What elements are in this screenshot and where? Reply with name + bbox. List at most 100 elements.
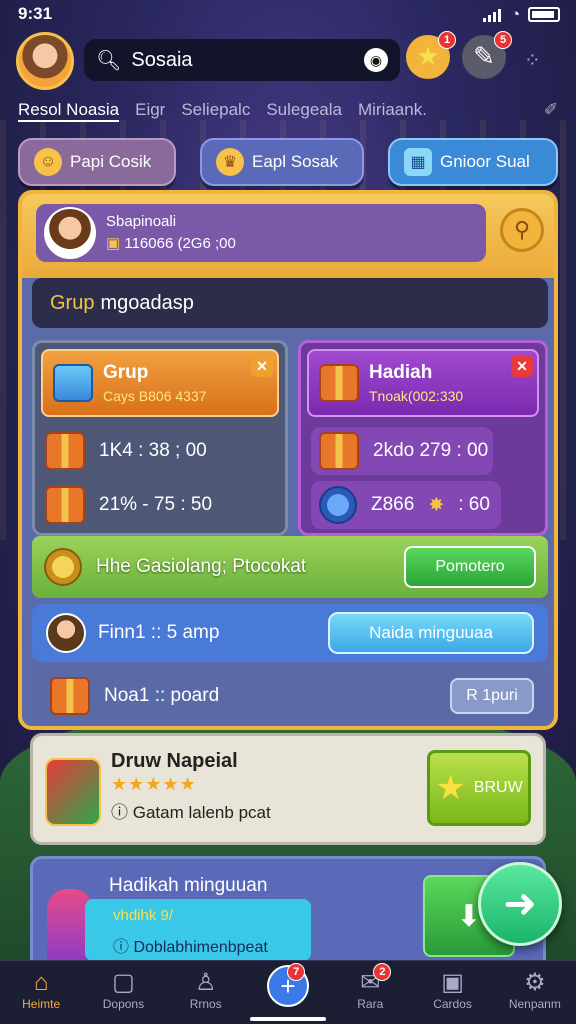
group-prefix: Grup bbox=[50, 291, 95, 314]
nav-plus[interactable]: +7 bbox=[247, 961, 329, 1024]
group-row[interactable]: 1K4 : 38 ; 00 bbox=[45, 427, 275, 475]
draw-button-label: BRUW bbox=[473, 779, 523, 796]
reward-title: Hadikah minguuan bbox=[109, 875, 268, 896]
more-icon[interactable]: ⁘ bbox=[524, 48, 541, 72]
reward-box[interactable]: Hadiah Tnoak(002:330 ✕ 2kdo 279 : 00 Z866… bbox=[298, 340, 548, 536]
home-icon: ⌂ bbox=[33, 969, 49, 996]
group-box-subtitle: Cays B806 4337 bbox=[103, 388, 207, 404]
close-icon[interactable]: ✕ bbox=[251, 355, 273, 377]
reward-row[interactable]: 2kdo 279 : 00 bbox=[311, 427, 493, 475]
draw-button[interactable]: ★ BRUW bbox=[427, 750, 531, 826]
crown-icon: ♛ bbox=[216, 148, 244, 176]
smile-icon: ☺ bbox=[34, 148, 62, 176]
chat-icon: ▢ bbox=[112, 969, 135, 996]
pill-0[interactable]: ☺ Papi Cosik bbox=[18, 138, 176, 186]
tab-1[interactable]: Eigr bbox=[135, 100, 165, 122]
nav-label: Cardos bbox=[433, 997, 472, 1011]
star-button[interactable]: ★ 1 bbox=[406, 31, 456, 79]
orb-icon bbox=[319, 486, 357, 524]
sparkle-icon: ✸ bbox=[428, 494, 445, 516]
giftbox-icon bbox=[53, 364, 93, 402]
friend-text: Finn1 :: 5 amp bbox=[98, 622, 220, 643]
notif-badge: 1 bbox=[438, 31, 456, 49]
gear-icon: ⚙ bbox=[524, 969, 546, 996]
gift-icon: ▣ bbox=[106, 235, 121, 252]
reward-row[interactable]: Z866 ✸ : 60 bbox=[311, 481, 501, 529]
nav-label: Heimte bbox=[22, 997, 61, 1011]
tab-2[interactable]: Seliepalc bbox=[181, 100, 250, 122]
info-icon: ⓘ bbox=[111, 803, 128, 822]
group-box[interactable]: Grup Cays B806 4337 ✕ 1K4 : 38 ; 00 21% -… bbox=[32, 340, 288, 536]
notice-button[interactable]: R 1puri bbox=[450, 678, 534, 714]
row-suffix: : 60 bbox=[458, 494, 490, 515]
ticket-badge: 2 bbox=[373, 963, 392, 981]
gift-icon bbox=[319, 432, 359, 470]
nav-home[interactable]: ⌂ Heimte bbox=[0, 961, 82, 1024]
nav-chat[interactable]: ▢ Dopons bbox=[82, 961, 164, 1024]
profile-name: Sbapinoali bbox=[106, 213, 177, 230]
nav-label: Dopons bbox=[102, 997, 145, 1011]
jester-icon bbox=[45, 758, 101, 826]
nav-ticket[interactable]: ✉ Rara 2 bbox=[329, 961, 411, 1024]
chat-bubble-icon: ✎ bbox=[473, 42, 495, 72]
tab-4[interactable]: Miriaank. bbox=[358, 100, 427, 122]
search-bar[interactable]: 🔍︎ Sosaia ◉ bbox=[84, 39, 400, 81]
tab-3[interactable]: Sulegeala bbox=[266, 100, 342, 122]
bottom-nav: ⌂ Heimte ▢ Dopons ♙ Rrnos +7 ✉ Rara 2 ▣ Cardos… bbox=[0, 960, 576, 1024]
pill-2[interactable]: ▦ Gnioor Sual bbox=[388, 138, 558, 186]
profile-balance: ▣ 116066 (2G6 ;00 bbox=[106, 235, 236, 252]
edit-icon[interactable]: ✐ bbox=[544, 100, 558, 122]
gift-icon bbox=[45, 486, 85, 524]
camera-icon[interactable]: ◉ bbox=[364, 48, 388, 72]
home-indicator bbox=[250, 1017, 326, 1021]
plus-badge: 7 bbox=[287, 963, 306, 981]
star-rating: ★★★★★ bbox=[111, 774, 197, 795]
box-icon: ▦ bbox=[404, 148, 432, 176]
main-panel: Sbapinoali ▣ 116066 (2G6 ;00 ⚲ Grup mgoa… bbox=[18, 190, 558, 730]
nav-cards[interactable]: ▣ Cardos bbox=[411, 961, 493, 1024]
cardbox-icon: ▣ bbox=[441, 969, 464, 996]
tab-0[interactable]: Resol Noasia bbox=[18, 100, 120, 122]
nav-label: Nenpanm bbox=[508, 997, 561, 1011]
pill-label: Eapl Sosak bbox=[252, 152, 338, 171]
reward-box-subtitle: Tnoak(002:330 bbox=[369, 388, 464, 404]
chat-button[interactable]: ✎ 5 bbox=[462, 31, 512, 79]
next-fab[interactable]: ➜ bbox=[478, 862, 562, 946]
friend-row[interactable]: Finn1 :: 5 amp Naida minguuaa bbox=[32, 604, 548, 662]
group-row[interactable]: 21% - 75 : 50 bbox=[45, 481, 275, 529]
close-icon[interactable]: ✕ bbox=[511, 355, 533, 377]
profile-avatar bbox=[44, 207, 96, 259]
draw-subtitle: ⓘ Gatam lalenb pcat bbox=[111, 803, 271, 822]
promo-bar[interactable]: Hhe Gasiolang; Ptocokat Pomotero bbox=[32, 536, 548, 598]
notice-text: Noa1 :: poard bbox=[104, 685, 220, 706]
search-input[interactable]: Sosaia bbox=[131, 49, 192, 72]
nav-settings[interactable]: ⚙ Nenpanm bbox=[494, 961, 576, 1024]
signal-icon bbox=[482, 8, 503, 22]
wifi-icon: ◔ bbox=[510, 6, 520, 23]
draw-card[interactable]: Druw Napeial ★★★★★ ⓘ Gatam lalenb pcat ★… bbox=[30, 733, 546, 845]
info-icon: ⓘ bbox=[113, 939, 130, 956]
group-box-title: Grup bbox=[103, 362, 149, 383]
panel-search-button[interactable]: ⚲ bbox=[500, 208, 544, 252]
search-icon: 🔍︎ bbox=[96, 49, 122, 72]
group-bar[interactable]: Grup mgoadasp bbox=[32, 278, 548, 328]
coin-icon bbox=[44, 548, 82, 586]
pill-label: Gnioor Sual bbox=[440, 152, 530, 171]
friend-button[interactable]: Naida minguuaa bbox=[328, 612, 534, 654]
group-text: mgoadasp bbox=[100, 291, 194, 314]
reward-card[interactable]: Hadikah minguuan vhdihk 9/ ⓘ Doblabhimen… bbox=[30, 856, 546, 976]
chat-badge: 5 bbox=[494, 31, 512, 49]
nav-person[interactable]: ♙ Rrnos bbox=[165, 961, 247, 1024]
magnifier-icon: ⚲ bbox=[513, 217, 531, 243]
promo-button[interactable]: Pomotero bbox=[404, 546, 536, 588]
notice-row[interactable]: Noa1 :: poard R 1puri bbox=[32, 668, 548, 724]
profile-card[interactable]: Sbapinoali ▣ 116066 (2G6 ;00 bbox=[36, 204, 486, 262]
clock: 9:31 bbox=[18, 4, 53, 23]
pill-1[interactable]: ♛ Eapl Sosak bbox=[200, 138, 364, 186]
nav-label: Rara bbox=[357, 997, 384, 1011]
draw-title: Druw Napeial bbox=[111, 750, 238, 772]
user-avatar[interactable] bbox=[16, 32, 74, 90]
row-text: Z866 bbox=[371, 494, 415, 515]
reward-box-title: Hadiah bbox=[369, 362, 433, 383]
treasure-icon bbox=[319, 364, 359, 402]
